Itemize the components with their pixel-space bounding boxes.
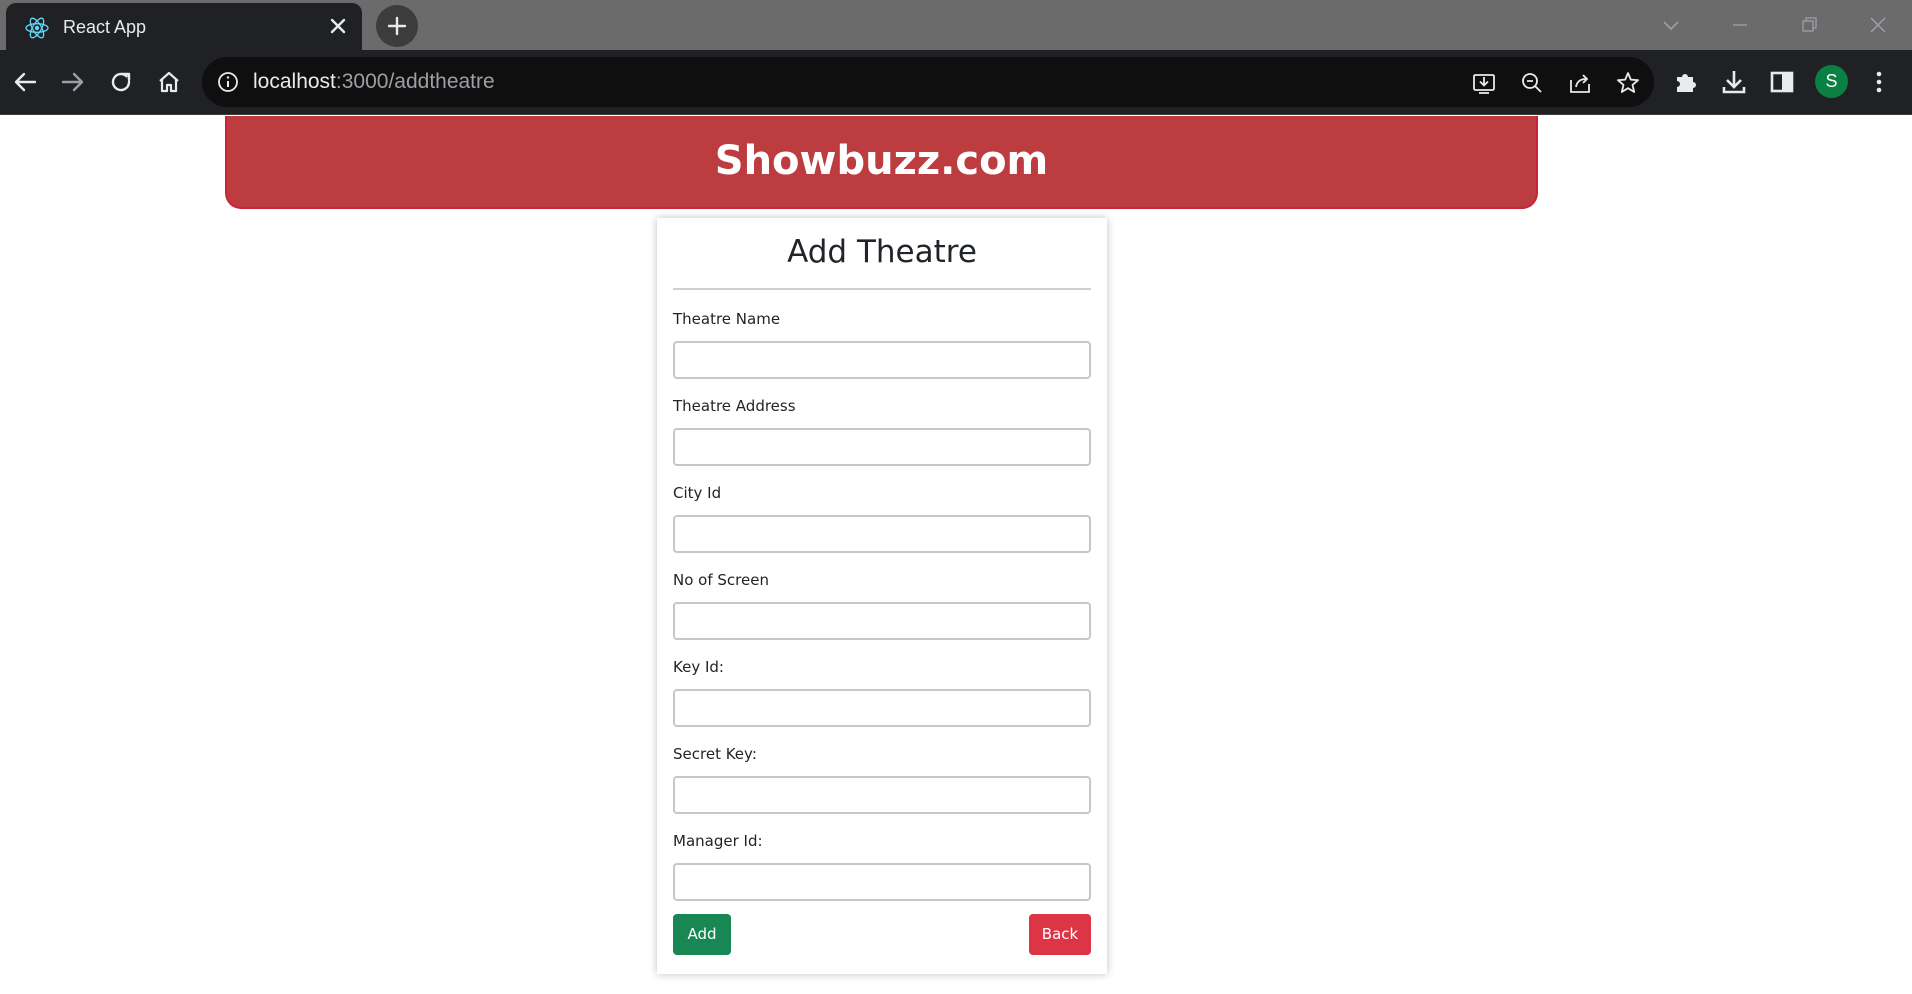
browser-tab-strip: React App xyxy=(0,0,1912,50)
city-id-label: City Id xyxy=(673,484,722,502)
bookmark-star-icon[interactable] xyxy=(1615,70,1641,96)
plus-icon xyxy=(387,16,407,36)
extensions-puzzle-icon[interactable] xyxy=(1671,67,1701,97)
back-arrow-icon[interactable] xyxy=(9,66,41,98)
address-bar[interactable]: localhost:3000/addtheatre xyxy=(202,57,1654,107)
secret-key-label: Secret Key: xyxy=(673,745,757,763)
no-of-screen-label: No of Screen xyxy=(673,571,769,589)
theatre-address-label: Theatre Address xyxy=(673,397,796,415)
side-panel-icon[interactable] xyxy=(1767,67,1797,97)
no-of-screen-input[interactable] xyxy=(673,602,1091,640)
downloads-icon[interactable] xyxy=(1719,67,1749,97)
install-app-icon[interactable] xyxy=(1471,70,1497,96)
zoom-out-icon[interactable] xyxy=(1519,70,1545,96)
page-content: Showbuzz.com Add Theatre Theatre Name Th… xyxy=(0,116,1912,994)
restore-icon[interactable] xyxy=(1794,10,1824,40)
browser-tab[interactable]: React App xyxy=(6,3,362,50)
title-divider xyxy=(673,288,1091,290)
tab-search-chevron-icon[interactable] xyxy=(1656,10,1686,40)
url-text[interactable]: localhost:3000/addtheatre xyxy=(253,70,495,94)
browser-toolbar: localhost:3000/addtheatre S xyxy=(0,50,1912,115)
secret-key-input[interactable] xyxy=(673,776,1091,814)
key-id-label: Key Id: xyxy=(673,658,724,676)
add-theatre-form: Add Theatre Theatre Name Theatre Address… xyxy=(657,218,1107,974)
city-id-input[interactable] xyxy=(673,515,1091,553)
forward-arrow-icon[interactable] xyxy=(57,66,89,98)
more-menu-icon[interactable] xyxy=(1864,67,1894,97)
new-tab-button[interactable] xyxy=(376,5,418,47)
key-id-input[interactable] xyxy=(673,689,1091,727)
back-button[interactable]: Back xyxy=(1029,914,1091,955)
theatre-name-input[interactable] xyxy=(673,341,1091,379)
share-icon[interactable] xyxy=(1567,70,1593,96)
site-info-icon[interactable] xyxy=(216,70,240,94)
tab-title: React App xyxy=(63,17,147,37)
close-window-icon[interactable] xyxy=(1863,10,1893,40)
close-tab-icon[interactable] xyxy=(326,14,350,38)
site-banner: Showbuzz.com xyxy=(225,116,1538,209)
profile-avatar[interactable]: S xyxy=(1815,65,1848,98)
add-button[interactable]: Add xyxy=(673,914,731,955)
manager-id-input[interactable] xyxy=(673,863,1091,901)
home-icon[interactable] xyxy=(153,66,185,98)
url-host: localhost xyxy=(253,70,336,93)
minimize-icon[interactable] xyxy=(1725,10,1755,40)
url-path: :3000/addtheatre xyxy=(335,70,495,93)
reload-icon[interactable] xyxy=(105,66,137,98)
manager-id-label: Manager Id: xyxy=(673,832,763,850)
theatre-name-label: Theatre Name xyxy=(673,310,781,328)
form-title: Add Theatre xyxy=(787,234,977,270)
theatre-address-input[interactable] xyxy=(673,428,1091,466)
site-title: Showbuzz.com xyxy=(714,138,1049,184)
react-logo-icon xyxy=(25,17,49,39)
